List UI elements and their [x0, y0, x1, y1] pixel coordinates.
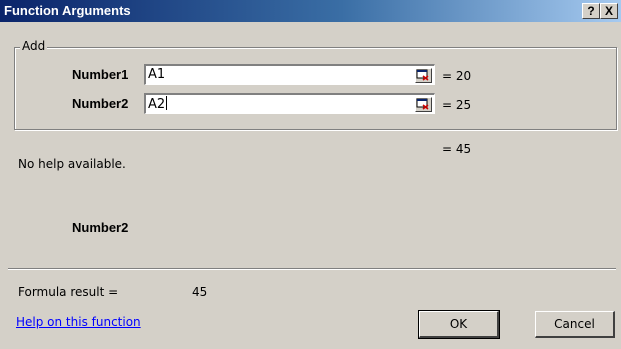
number1-result: = 20: [442, 69, 472, 83]
number2-label: Number2: [72, 96, 129, 111]
window-title: Function Arguments: [4, 3, 131, 18]
function-description: No help available.: [18, 157, 126, 171]
close-button[interactable]: X: [600, 3, 618, 19]
formula-result-value: 45: [192, 285, 208, 299]
arguments-group: [14, 47, 617, 130]
collapse-dialog-icon-graphic: [416, 69, 429, 81]
separator: [8, 268, 616, 270]
help-on-function-link[interactable]: Help on this function: [16, 315, 141, 329]
collapse-dialog-icon-graphic: [416, 98, 429, 110]
function-result: = 45: [442, 142, 472, 156]
selected-argument-name: Number2: [72, 220, 129, 235]
number2-input[interactable]: A2: [144, 93, 435, 114]
number1-input[interactable]: A1: [144, 64, 435, 85]
collapse-dialog-icon[interactable]: [415, 97, 432, 112]
title-bar[interactable]: Function Arguments ? X: [0, 0, 621, 22]
function-name-legend: Add: [20, 39, 48, 53]
ok-button[interactable]: OK: [418, 310, 500, 339]
formula-result-label: Formula result =: [18, 285, 119, 299]
number2-result: = 25: [442, 98, 472, 112]
text-caret: [166, 96, 168, 110]
collapse-dialog-icon[interactable]: [415, 68, 432, 83]
cancel-button[interactable]: Cancel: [535, 311, 615, 338]
number1-label: Number1: [72, 67, 129, 82]
help-button[interactable]: ?: [582, 3, 600, 19]
number2-value: A2: [148, 97, 166, 112]
number1-value: A1: [148, 67, 166, 82]
